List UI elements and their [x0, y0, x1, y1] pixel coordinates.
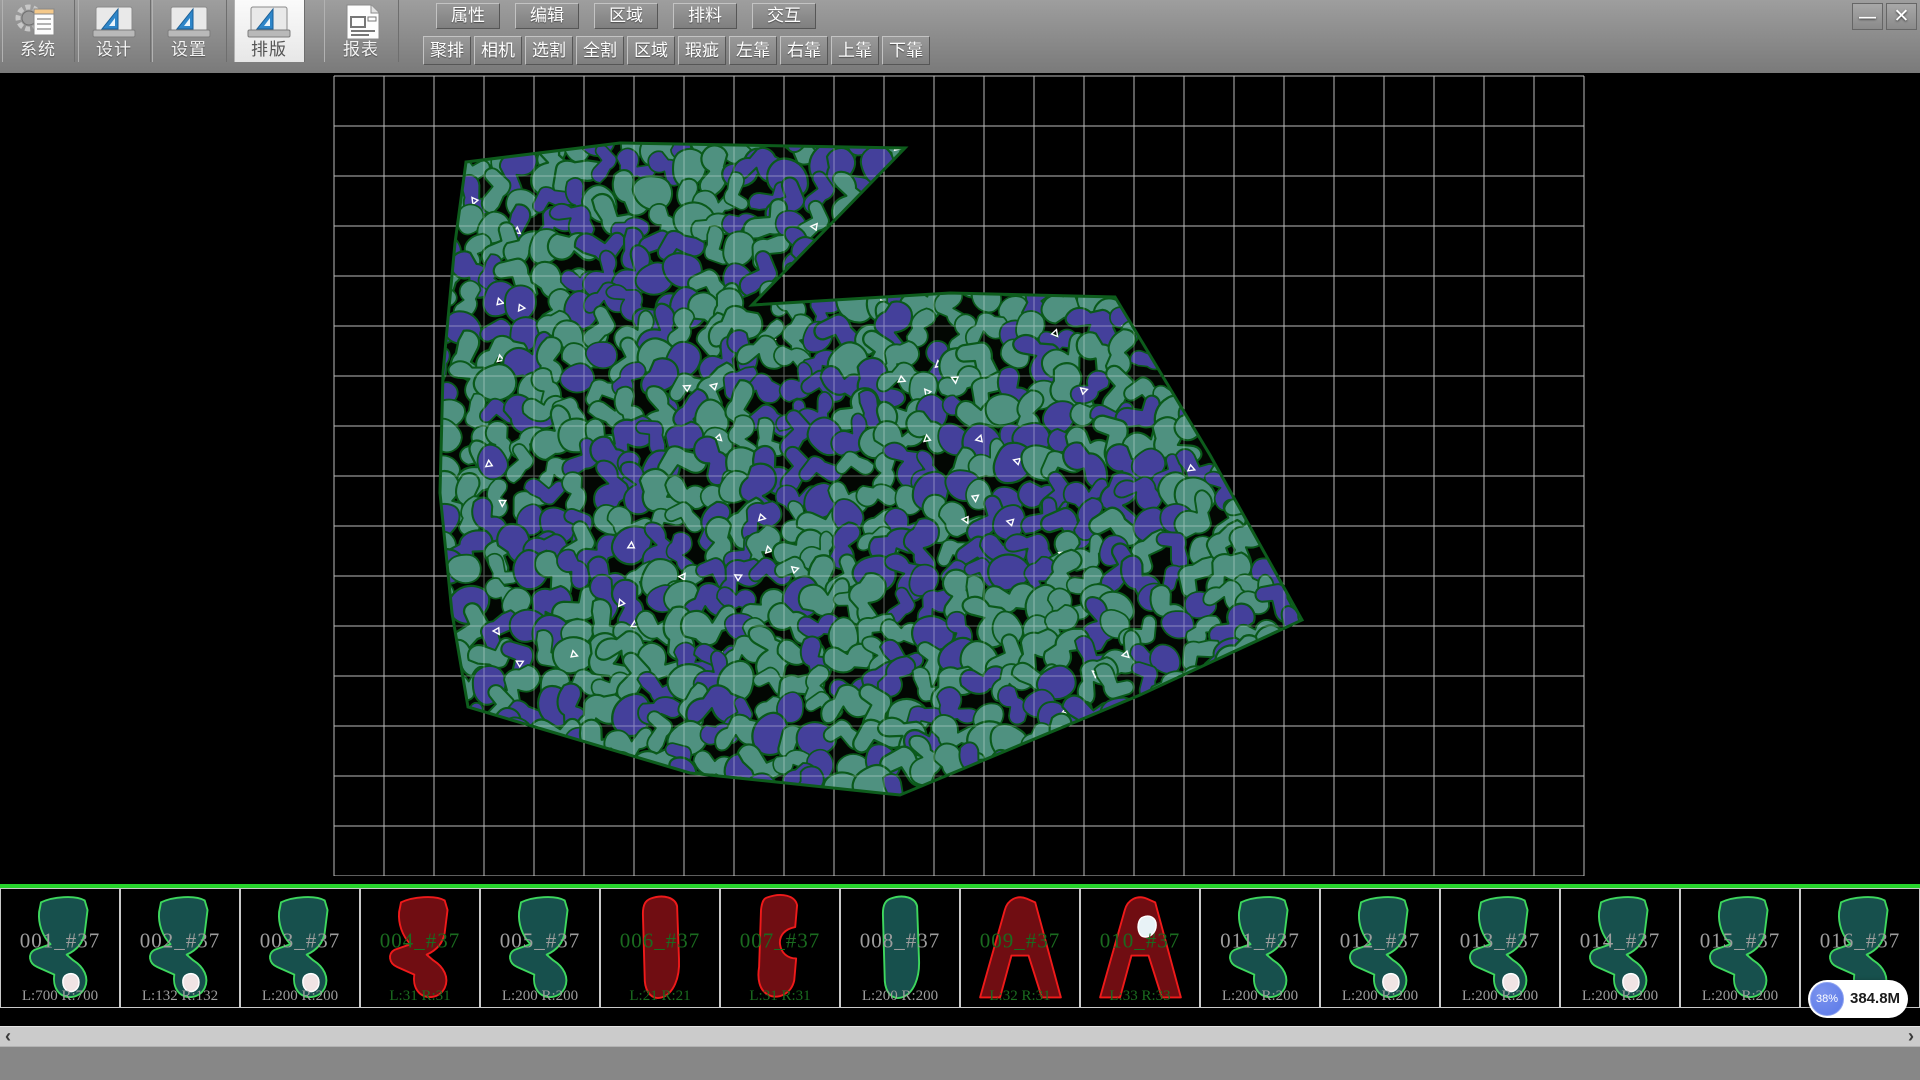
- tool-button-select-cut[interactable]: 选割: [525, 36, 573, 65]
- menu-button-edit[interactable]: 编辑: [515, 3, 579, 29]
- mode-button-label: 设计: [78, 35, 150, 60]
- part-counts-label: L:700 R:700: [1, 988, 119, 1005]
- part-tile[interactable]: 003_#37 L:200 R:200: [240, 888, 360, 1008]
- part-tile[interactable]: 014_#37 L:200 R:200: [1560, 888, 1680, 1008]
- part-counts-label: L:33 R:33: [1081, 988, 1199, 1005]
- part-id-label: 009_#37: [961, 928, 1079, 953]
- part-counts-label: L:32 R:31: [961, 988, 1079, 1005]
- part-tile[interactable]: 013_#37 L:200 R:200: [1440, 888, 1560, 1008]
- part-id-label: 010_#37: [1081, 928, 1199, 953]
- part-id-label: 012_#37: [1321, 928, 1439, 953]
- main-toolbar: 系统设计设置排版报表 属性编辑区域排料交互 聚排相机选割全割区域瑕疵左靠右靠上靠…: [0, 0, 1920, 74]
- status-bar: [0, 1046, 1920, 1080]
- part-counts-label: L:200 R:200: [1681, 988, 1799, 1005]
- progress-circle: 38%: [1810, 982, 1844, 1016]
- part-tile[interactable]: 008_#37 L:200 R:200: [840, 888, 960, 1008]
- nesting-canvas[interactable]: [0, 73, 1920, 876]
- part-tile[interactable]: 009_#37 L:32 R:31: [960, 888, 1080, 1008]
- tool-button-defect[interactable]: 瑕疵: [678, 36, 726, 65]
- part-counts-label: L:132 R:132: [121, 988, 239, 1005]
- part-counts-label: L:31 R:31: [361, 988, 479, 1005]
- tool-button-region[interactable]: 区域: [627, 36, 675, 65]
- tool-button-cluster-nest[interactable]: 聚排: [423, 36, 471, 65]
- mode-button-system[interactable]: 系统: [2, 0, 75, 62]
- part-id-label: 013_#37: [1441, 928, 1559, 953]
- menu-button-nest[interactable]: 排料: [673, 3, 737, 29]
- part-tile[interactable]: 007_#37 L:31 R:31: [720, 888, 840, 1008]
- mode-button-label: 设置: [152, 35, 226, 60]
- part-counts-label: L:200 R:200: [841, 988, 959, 1005]
- part-counts-label: L:200 R:200: [241, 988, 359, 1005]
- part-id-label: 006_#37: [601, 928, 719, 953]
- mode-button-label: 报表: [324, 35, 398, 60]
- part-counts-label: L:200 R:200: [1561, 988, 1679, 1005]
- part-counts-label: L:200 R:200: [1321, 988, 1439, 1005]
- part-id-label: 005_#37: [481, 928, 599, 953]
- part-id-label: 008_#37: [841, 928, 959, 953]
- part-counts-label: L:21 R:21: [601, 988, 719, 1005]
- part-tile[interactable]: 012_#37 L:200 R:200: [1320, 888, 1440, 1008]
- part-id-label: 016_#37: [1801, 928, 1919, 953]
- part-counts-label: L:200 R:200: [1201, 988, 1319, 1005]
- nesting-drawing: [0, 73, 1920, 876]
- part-counts-label: L:31 R:31: [721, 988, 839, 1005]
- part-counts-label: L:200 R:200: [1441, 988, 1559, 1005]
- mode-button-design[interactable]: 设计: [78, 0, 151, 62]
- tool-button-align-top[interactable]: 上靠: [831, 36, 879, 65]
- part-tile[interactable]: 005_#37 L:200 R:200: [480, 888, 600, 1008]
- part-tile[interactable]: 004_#37 L:31 R:31: [360, 888, 480, 1008]
- part-id-label: 011_#37: [1201, 928, 1319, 953]
- menu-button-region[interactable]: 区域: [594, 3, 658, 29]
- scroll-right-icon[interactable]: ›: [1908, 1027, 1914, 1047]
- part-id-label: 002_#37: [121, 928, 239, 953]
- tool-button-camera[interactable]: 相机: [474, 36, 522, 65]
- part-tile[interactable]: 001_#37 L:700 R:700: [0, 888, 120, 1008]
- part-counts-label: L:200 R:200: [481, 988, 599, 1005]
- part-tile[interactable]: 011_#37 L:200 R:200: [1200, 888, 1320, 1008]
- memory-badge: 38% 384.8M: [1808, 980, 1908, 1018]
- tool-button-align-bottom[interactable]: 下靠: [882, 36, 930, 65]
- part-tile[interactable]: 006_#37 L:21 R:21: [600, 888, 720, 1008]
- part-id-label: 015_#37: [1681, 928, 1799, 953]
- part-id-label: 003_#37: [241, 928, 359, 953]
- part-tile[interactable]: 010_#37 L:33 R:33: [1080, 888, 1200, 1008]
- mode-button-label: 排版: [234, 35, 304, 60]
- mode-button-nesting[interactable]: 排版: [234, 0, 305, 62]
- part-tile[interactable]: 002_#37 L:132 R:132: [120, 888, 240, 1008]
- scroll-left-icon[interactable]: ‹: [5, 1027, 11, 1047]
- tool-button-align-left[interactable]: 左靠: [729, 36, 777, 65]
- tool-button-align-right[interactable]: 右靠: [780, 36, 828, 65]
- horizontal-scrollbar[interactable]: ‹ ›: [0, 1026, 1920, 1046]
- mode-button-report[interactable]: 报表: [324, 0, 399, 62]
- close-button[interactable]: ✕: [1886, 3, 1917, 30]
- part-id-label: 007_#37: [721, 928, 839, 953]
- minimize-button[interactable]: —: [1852, 3, 1883, 30]
- part-id-label: 014_#37: [1561, 928, 1679, 953]
- part-id-label: 001_#37: [1, 928, 119, 953]
- part-tile[interactable]: 015_#37 L:200 R:200: [1680, 888, 1800, 1008]
- menu-button-interact[interactable]: 交互: [752, 3, 816, 29]
- parts-strip: 001_#37L:700 R:700002_#37L:132 R:132003_…: [0, 884, 1920, 1008]
- mode-button-settings[interactable]: 设置: [152, 0, 227, 62]
- memory-label: 384.8M: [1850, 980, 1900, 1018]
- mode-button-label: 系统: [2, 35, 74, 60]
- tool-button-cut-all[interactable]: 全割: [576, 36, 624, 65]
- menu-button-properties[interactable]: 属性: [436, 3, 500, 29]
- part-id-label: 004_#37: [361, 928, 479, 953]
